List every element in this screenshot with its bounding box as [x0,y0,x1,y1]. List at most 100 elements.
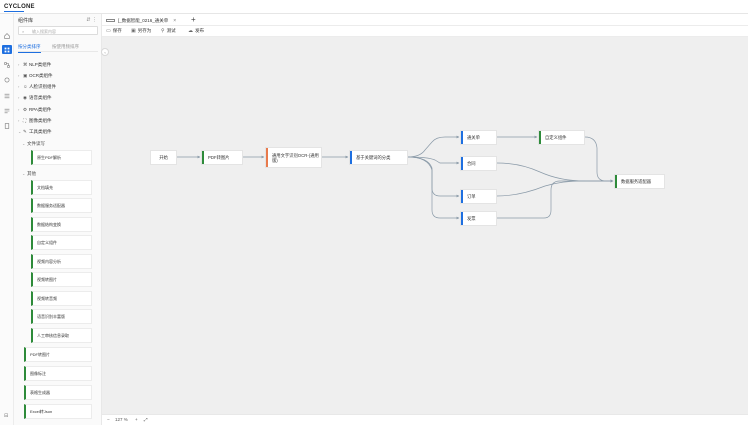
node-color-bar [461,190,463,203]
book-icon[interactable] [3,107,11,115]
node-color-bar [266,148,268,167]
left-icon-rail [0,14,14,425]
node-label: 基于关键词的分类 [356,155,391,160]
zoom-in-button[interactable]: + [135,417,138,422]
category-image[interactable]: › ⛶ 图像类组件 [18,117,52,124]
node-color-bar [615,175,617,188]
sidebar-tabs: 按分类排序 按使用频排序 [18,42,98,53]
node-label: 数据服务适配器 [621,179,652,184]
publish-label: 发布 [195,28,204,33]
component-card[interactable]: 表格生成器 [24,385,92,400]
collapse-sidebar-icon[interactable]: ‹ [101,48,109,56]
node-color-bar [202,151,204,164]
node-custom-component[interactable]: 自定义组件 [538,130,585,145]
node-color-bar [461,131,463,144]
category-rpa[interactable]: › ⚙ RPA类组件 [18,106,51,113]
flow-icon[interactable] [3,61,11,69]
save-as-icon: ▣ [131,28,136,34]
editor-toolbar: ▭ 保存 ▣ 另存为 ⚲ 测试 ☁ 发布 [102,26,748,37]
component-card[interactable]: 视频转图片 [31,272,92,287]
node-label: 发票 [467,216,476,221]
category-ocr[interactable]: › ▣ OCR类组件 [18,72,53,79]
category-label: NLP类组件 [29,61,52,67]
node-color-bar [461,212,463,225]
home-icon[interactable] [3,32,11,40]
component-sidebar: 组件库 ⇵ ⋮ ⌕ 输入搜索内容 按分类排序 按使用频排序 › ⌘ NLP类组件 ›… [14,14,102,425]
subcategory-label: 文件读写 [27,140,45,146]
subcategory-other[interactable]: ⌄ 其他 [22,170,36,177]
tab-label: [_数据智能_0216_通关单 [118,17,169,23]
grid-icon[interactable] [2,45,12,54]
publish-button[interactable]: ☁ 发布 [188,28,204,34]
zoom-out-button[interactable]: − [107,417,110,422]
node-label: 自定义组件 [545,135,567,140]
search-placeholder: 输入搜索内容 [32,28,56,34]
component-card[interactable]: 数据服务适配器 [31,198,92,213]
add-tab-button[interactable]: + [191,15,196,24]
component-card[interactable]: 图像标注 [24,366,92,381]
node-contract[interactable]: 合同 [460,156,497,171]
node-label: PDF转图片 [208,155,230,160]
search-icon: ⌕ [22,28,25,34]
category-nlp[interactable]: › ⌘ NLP类组件 [18,61,51,68]
component-card[interactable]: PDF转图片 [24,347,92,362]
save-button[interactable]: ▭ 保存 [106,28,122,34]
category-face[interactable]: › ☺ 人脸识别组件 [18,83,56,90]
node-data-adapter[interactable]: 数据服务适配器 [614,174,665,189]
logo-underline [4,11,24,12]
component-card[interactable]: 自定义组件 [31,235,92,250]
node-order[interactable]: 订单 [460,189,497,204]
category-voice[interactable]: › ◉ 语音类组件 [18,94,52,101]
workflow-tab-icon [106,19,115,22]
fit-view-icon[interactable]: ⤢ [144,417,148,422]
node-label: 通关单 [467,135,480,140]
node-color-bar [350,151,352,164]
save-label: 保存 [112,28,122,33]
rail-collapse-icon[interactable]: ⊟ [4,413,8,419]
sidebar-tools[interactable]: ⇵ ⋮ [86,17,97,23]
list-icon[interactable] [3,92,11,100]
node-start[interactable]: 开始 [150,150,177,165]
node-label: 开始 [159,155,168,160]
search-input[interactable]: ⌕ 输入搜索内容 [18,26,98,35]
component-card[interactable]: 人工审核信息录取 [31,328,92,343]
node-label: 合同 [467,161,476,166]
save-icon: ▭ [106,28,111,34]
category-tool[interactable]: ⌄ ✎ 工具类组件 [18,128,52,135]
component-card[interactable]: 语音识别丰富版 [31,309,92,324]
tab-workflow[interactable]: [_数据智能_0216_通关单 × [106,16,176,25]
node-tgd[interactable]: 通关单 [460,130,497,145]
test-button[interactable]: ⚲ 测试 [161,28,176,34]
component-card[interactable]: 数据结构变换 [31,217,92,232]
settings-icon[interactable] [3,122,11,130]
component-icon[interactable] [3,76,11,84]
workflow-canvas[interactable] [102,37,748,414]
tab-by-category[interactable]: 按分类排序 [18,44,41,53]
node-pdf-to-image[interactable]: PDF转图片 [201,150,243,165]
node-keyword-classify[interactable]: 基于关键词的分类 [349,150,408,165]
node-invoice[interactable]: 发票 [460,211,497,226]
component-card[interactable]: 视频内容分析 [31,254,92,269]
node-ocr[interactable]: 通用文字识别OCR-(通用版) [265,147,322,168]
close-icon[interactable]: × [173,18,176,24]
sidebar-title: 组件库 [18,18,34,24]
component-card[interactable]: 文档填充 [31,180,92,195]
document-tabs-bar: [_数据智能_0216_通关单 × + [102,14,748,26]
component-card[interactable]: 视频转音频 [31,291,92,306]
logo-text: CYCLONE [4,4,35,10]
category-label: 图像类组件 [29,117,52,123]
app-logo: CYCLONE [4,4,35,12]
category-label: OCR类组件 [29,72,53,78]
category-label: 工具类组件 [29,128,52,134]
save-as-button[interactable]: ▣ 另存为 [131,28,151,34]
node-color-bar [539,131,541,144]
node-label: 通用文字识别OCR-(通用版) [272,152,319,163]
canvas-footer: − 127 % + ⤢ [102,414,748,425]
tab-by-frequency[interactable]: 按使用频排序 [52,44,79,50]
cloud-icon: ☁ [188,28,193,34]
node-label: 订单 [467,194,476,199]
subcategory-file[interactable]: ⌄ 文件读写 [22,140,45,147]
top-bar: CYCLONE [0,0,748,14]
component-card[interactable]: 原生PDF解析 [31,150,92,165]
component-card[interactable]: Excel转Json [24,404,92,419]
